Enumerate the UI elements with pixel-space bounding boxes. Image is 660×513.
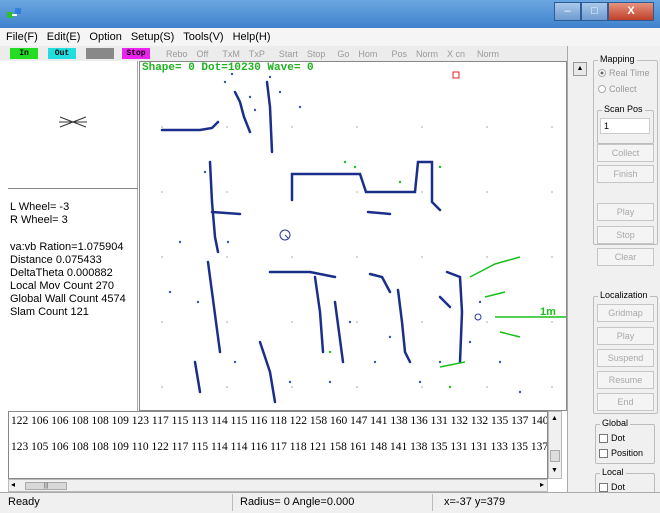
map-walls — [160, 80, 464, 404]
vertical-scrollbar[interactable]: ▲ ▼ — [548, 411, 562, 479]
toolbar-off[interactable]: Off — [197, 49, 209, 59]
collect-radio-label: Collect — [609, 84, 637, 94]
clear-button[interactable]: Clear — [597, 248, 654, 266]
vertical-scroll-thumb[interactable] — [550, 450, 560, 462]
toolbar-txm[interactable]: TxM — [222, 49, 240, 59]
checkbox-icon — [599, 482, 608, 492]
minimize-button[interactable]: – — [554, 2, 581, 21]
global-title: Global — [600, 418, 631, 428]
menu-edit[interactable]: Edit(E) — [47, 31, 81, 43]
finish-button[interactable]: Finish — [597, 165, 654, 183]
toolbar-stop[interactable]: Stop — [307, 49, 326, 59]
scan-data-textbox[interactable]: 122 106 106 108 108 109 123 117 115 113 … — [8, 411, 548, 479]
toolbar-hom[interactable]: Hom — [358, 49, 377, 59]
localization-title: Localization — [598, 290, 650, 300]
suspend-button[interactable]: Suspend — [597, 349, 654, 367]
scan-pos-title: Scan Pos — [602, 104, 645, 114]
map-scale-label: 1m — [540, 306, 556, 318]
status-bar: Ready Radius= 0 Angle=0.000 x=-37 y=379 — [0, 492, 660, 513]
localization-play-button[interactable]: Play — [597, 327, 654, 345]
menu-setup[interactable]: Setup(S) — [131, 31, 174, 43]
global-dot-checkbox[interactable]: Dot — [599, 433, 625, 443]
menu-option[interactable]: Option — [89, 31, 121, 43]
toolbar-xcn[interactable]: X cn — [447, 49, 465, 59]
global-group: Global — [595, 418, 655, 464]
stop-color-button[interactable]: Stop — [122, 48, 150, 59]
scroll-left-arrow-icon[interactable]: ◂ — [11, 480, 15, 489]
local-title: Local — [600, 467, 626, 477]
map-status-overlay: Shape= 0 Dot=10230 Wave= 0 — [142, 62, 314, 74]
app-icon — [7, 8, 21, 18]
stat-slam-count: Slam Count 121 — [10, 306, 89, 318]
mapping-stop-button[interactable]: Stop — [597, 226, 654, 244]
real-time-label: Real Time — [609, 68, 650, 78]
mapping-play-button[interactable]: Play — [597, 203, 654, 221]
scroll-up-arrow-icon[interactable]: ▲ — [551, 415, 558, 422]
out-button[interactable]: Out — [48, 48, 76, 59]
toolbar-pos[interactable]: Pos — [391, 49, 407, 59]
collect-radio[interactable]: Collect — [598, 84, 637, 94]
toolbar-start[interactable]: Start — [279, 49, 298, 59]
goal-marker-icon — [452, 71, 460, 79]
status-separator — [432, 494, 433, 511]
radio-dot-icon — [598, 69, 606, 77]
scroll-up-icon[interactable]: ▲ — [573, 62, 587, 76]
local-dot-label: Dot — [611, 482, 626, 492]
horizontal-scroll-thumb[interactable]: ||| — [25, 482, 67, 490]
resume-button[interactable]: Resume — [597, 371, 654, 389]
status-separator — [232, 494, 233, 511]
gridmap-button[interactable]: Gridmap — [597, 304, 654, 322]
toolbar: In Out Stop Rebo Off TxM TxP Start Stop … — [0, 46, 567, 61]
status-radius-angle: Radius= 0 Angle=0.000 — [240, 496, 355, 508]
scroll-right-arrow-icon[interactable]: ▸ — [540, 480, 544, 489]
scan-data-line-1: 122 106 106 108 108 109 123 117 115 113 … — [11, 415, 548, 427]
horizontal-scrollbar[interactable]: ◂ ||| ▸ — [8, 479, 548, 492]
radio-dot-icon — [598, 85, 606, 93]
global-position-label: Position — [611, 448, 644, 458]
checkbox-icon — [599, 433, 608, 443]
title-bar: – □ X — [0, 0, 660, 28]
stat-ration: va:vb Ration=1.075904 — [10, 241, 124, 253]
menu-tools[interactable]: Tools(V) — [183, 31, 223, 43]
target-marker-icon — [474, 313, 482, 321]
toolbar-txp[interactable]: TxP — [249, 49, 265, 59]
menu-file[interactable]: File(F) — [6, 31, 38, 43]
global-dot-label: Dot — [611, 433, 626, 443]
menu-help[interactable]: Help(H) — [233, 31, 271, 43]
menu-bar: File(F) Edit(E) Option Setup(S) Tools(V)… — [0, 28, 660, 46]
toolbar-norm-1[interactable]: Norm — [416, 49, 438, 59]
in-button[interactable]: In — [10, 48, 38, 59]
scan-pos-field[interactable]: 1 — [600, 118, 650, 134]
end-button[interactable]: End — [597, 393, 654, 411]
scroll-down-arrow-icon[interactable]: ▼ — [551, 467, 558, 474]
global-position-checkbox[interactable]: Position — [599, 448, 643, 458]
map-canvas[interactable]: Shape= 0 Dot=10230 Wave= 0 1m — [139, 61, 567, 411]
toolbar-rebo[interactable]: Rebo — [166, 49, 188, 59]
status-ready: Ready — [8, 496, 40, 508]
collect-button[interactable]: Collect — [597, 144, 654, 162]
map-scatter — [168, 72, 522, 394]
slam-map — [160, 71, 566, 404]
toolbar-go[interactable]: Go — [337, 49, 349, 59]
local-dot-checkbox[interactable]: Dot — [599, 482, 625, 492]
stat-local-mov: Local Mov Count 270 — [10, 280, 114, 292]
left-panel: L Wheel= -3 R Wheel= 3 va:vb Ration=1.07… — [8, 61, 138, 411]
right-panel: ▲ Mapping Real Time Collect Scan Pos 1 C… — [567, 46, 660, 495]
panel-divider — [8, 188, 138, 189]
stat-delta-theta: DeltaTheta 0.000882 — [10, 267, 113, 279]
close-button[interactable]: X — [608, 2, 654, 21]
mapping-title: Mapping — [598, 54, 637, 64]
toolbar-norm-2[interactable]: Norm — [477, 49, 499, 59]
blank-button[interactable] — [86, 48, 114, 59]
maximize-button[interactable]: □ — [581, 2, 608, 21]
r-wheel-text: R Wheel= 3 — [10, 214, 68, 226]
status-coordinates: x=-37 y=379 — [444, 496, 506, 508]
robot-heading-icon — [59, 116, 87, 128]
real-time-radio[interactable]: Real Time — [598, 68, 650, 78]
checkbox-icon — [599, 448, 608, 458]
stat-distance: Distance 0.075433 — [10, 254, 102, 266]
stat-global-wall: Global Wall Count 4574 — [10, 293, 126, 305]
l-wheel-text: L Wheel= -3 — [10, 201, 70, 213]
scan-data-line-2: 123 105 106 108 108 109 110 122 117 115 … — [11, 441, 548, 453]
